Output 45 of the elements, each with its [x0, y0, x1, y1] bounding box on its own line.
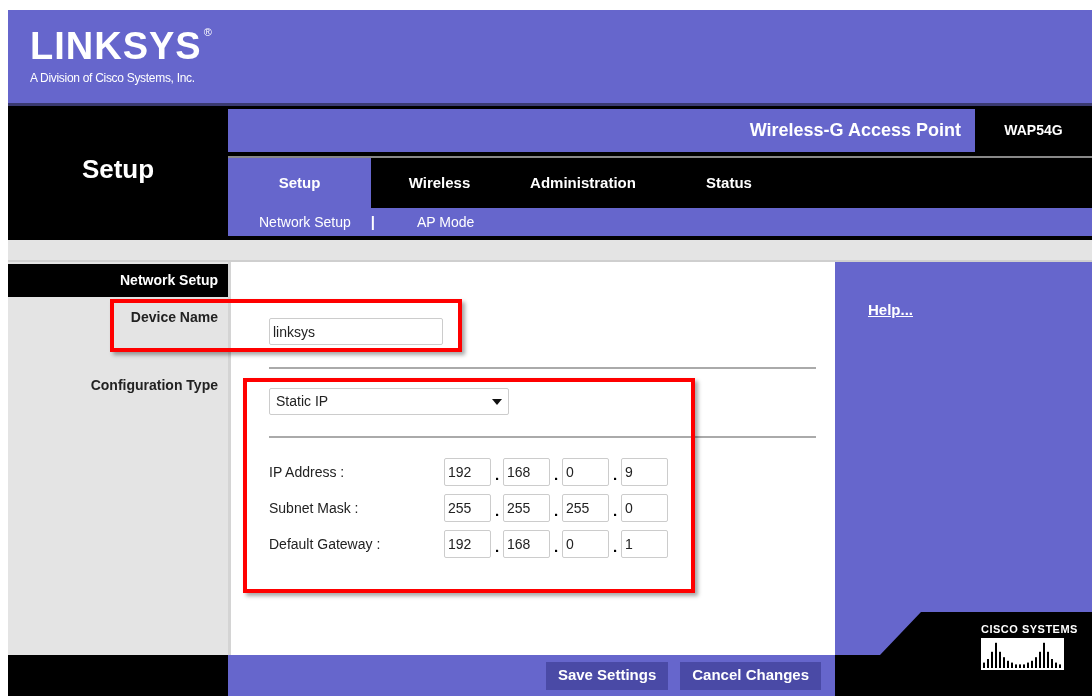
- subtab-separator: |: [370, 211, 376, 232]
- octet-field[interactable]: 168: [503, 530, 550, 558]
- field-label: IP Address :: [269, 462, 346, 482]
- registered-mark: ®: [203, 26, 212, 38]
- action-button[interactable]: Cancel Changes: [680, 661, 821, 690]
- octet-field[interactable]: 255: [503, 494, 550, 522]
- octet-field[interactable]: 0: [621, 494, 668, 522]
- signal-bars-icon: [981, 638, 1067, 670]
- configuration-type-dropdown[interactable]: Static IP: [269, 388, 509, 415]
- octet-separator: .: [611, 500, 619, 521]
- octet-field[interactable]: 192: [444, 530, 491, 558]
- model-number: WAP54G: [1004, 121, 1063, 140]
- field-label: Configuration Type: [90, 376, 218, 395]
- octet-separator: .: [493, 464, 501, 485]
- brand-tagline: A Division of Cisco Systems, Inc.: [30, 69, 196, 87]
- nav-tab[interactable]: Setup: [228, 158, 371, 208]
- field-label: Device Name: [130, 308, 218, 327]
- device-name-field[interactable]: linksys: [269, 318, 443, 345]
- octet-separator: .: [493, 536, 501, 557]
- octet-field[interactable]: 0: [562, 458, 609, 486]
- subnav-link[interactable]: Network Setup: [259, 211, 351, 233]
- octet-field[interactable]: 192: [444, 458, 491, 486]
- action-button[interactable]: Save Settings: [545, 661, 669, 690]
- octet-field[interactable]: 1: [621, 530, 668, 558]
- octet-field[interactable]: 0: [562, 530, 609, 558]
- octet-separator: .: [611, 536, 619, 557]
- page-title: Setup: [81, 152, 155, 186]
- octet-separator: .: [552, 464, 560, 485]
- cisco-logo-text: CISCO SYSTEMS: [981, 624, 1078, 635]
- section-heading: Network Setup: [120, 271, 218, 290]
- field-label: Subnet Mask :: [269, 498, 360, 518]
- field-label: Default Gateway :: [269, 534, 382, 554]
- octet-separator: .: [611, 464, 619, 485]
- octet-field[interactable]: 255: [444, 494, 491, 522]
- brand-logo: LINKSYS: [30, 26, 202, 65]
- octet-separator: .: [493, 500, 501, 521]
- octet-field[interactable]: 9: [621, 458, 668, 486]
- octet-separator: .: [552, 536, 560, 557]
- help-link[interactable]: Help...: [868, 301, 913, 318]
- octet-field[interactable]: 255: [562, 494, 609, 522]
- subnav-link[interactable]: AP Mode: [417, 211, 475, 233]
- caret-icon: [492, 398, 502, 405]
- product-name: Wireless-G Access Point: [749, 119, 961, 142]
- octet-field[interactable]: 168: [503, 458, 550, 486]
- octet-separator: .: [552, 500, 560, 521]
